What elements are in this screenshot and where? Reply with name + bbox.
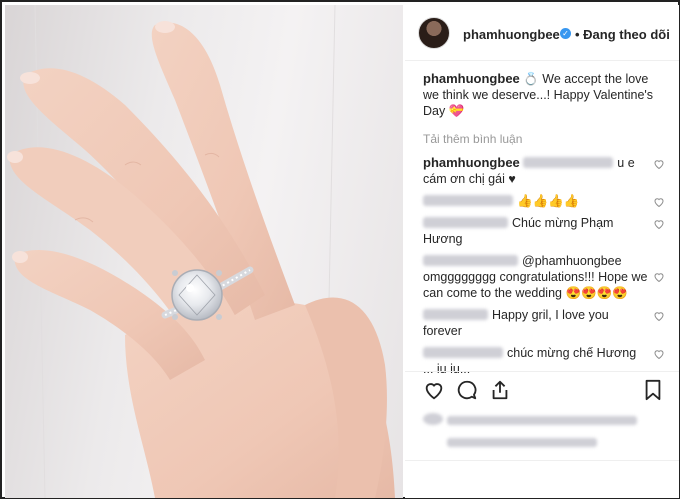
follow-status-button[interactable]: • Đang theo dõi bbox=[575, 27, 670, 42]
likes-summary bbox=[423, 407, 663, 451]
blurred-text bbox=[447, 416, 637, 425]
bookmark-icon[interactable] bbox=[643, 379, 663, 401]
screenshot-frame: phamhuongbee ✓ • Đang theo dõi phamhuong… bbox=[0, 0, 680, 499]
divider bbox=[405, 460, 679, 461]
heart-icon[interactable] bbox=[653, 271, 665, 283]
action-bar bbox=[405, 371, 679, 407]
comment-row: Happy gril, I love you forever bbox=[423, 307, 679, 339]
avatar[interactable] bbox=[418, 17, 450, 49]
heart-icon[interactable] bbox=[653, 348, 665, 360]
blurred-username bbox=[423, 217, 508, 228]
hand-with-ring-illustration bbox=[7, 5, 395, 498]
caption-username[interactable]: phamhuongbee bbox=[423, 71, 520, 86]
verified-badge-icon: ✓ bbox=[560, 28, 571, 39]
blurred-username bbox=[423, 255, 518, 266]
heart-icon[interactable] bbox=[653, 218, 665, 230]
load-more-comments-link[interactable]: Tải thêm bình luận bbox=[423, 131, 679, 147]
comment-row: phamhuongbee u e cám ơn chị gái ♥ bbox=[423, 155, 679, 187]
post-side-panel: phamhuongbee ✓ • Đang theo dõi phamhuong… bbox=[405, 5, 679, 498]
blurred-avatar bbox=[423, 413, 443, 425]
comment-username[interactable]: phamhuongbee bbox=[423, 155, 520, 170]
heart-icon[interactable] bbox=[653, 310, 665, 322]
comment-icon[interactable] bbox=[456, 379, 478, 401]
share-icon[interactable] bbox=[489, 379, 511, 401]
comment-row: @phamhuongbee omgggggggg congratulations… bbox=[423, 253, 679, 301]
blurred-text bbox=[523, 157, 614, 168]
comment-row: 👍👍👍👍 bbox=[423, 193, 679, 209]
blurred-username bbox=[423, 309, 488, 320]
blurred-username bbox=[423, 347, 503, 358]
heart-icon[interactable] bbox=[423, 379, 445, 401]
comment-text: 👍👍👍👍 bbox=[517, 194, 580, 208]
blurred-username bbox=[423, 195, 513, 206]
blurred-text bbox=[447, 438, 597, 447]
caption: phamhuongbee 💍 We accept the love we thi… bbox=[423, 71, 659, 119]
comment-row: Chúc mừng Phạm Hương bbox=[423, 215, 679, 247]
heart-icon[interactable] bbox=[653, 196, 665, 208]
comments-section: phamhuongbee 💍 We accept the love we thi… bbox=[405, 61, 679, 376]
heart-icon[interactable] bbox=[653, 158, 665, 170]
header-username[interactable]: phamhuongbee bbox=[463, 27, 560, 42]
post-header: phamhuongbee ✓ • Đang theo dõi bbox=[405, 5, 679, 61]
post-photo bbox=[5, 5, 403, 498]
